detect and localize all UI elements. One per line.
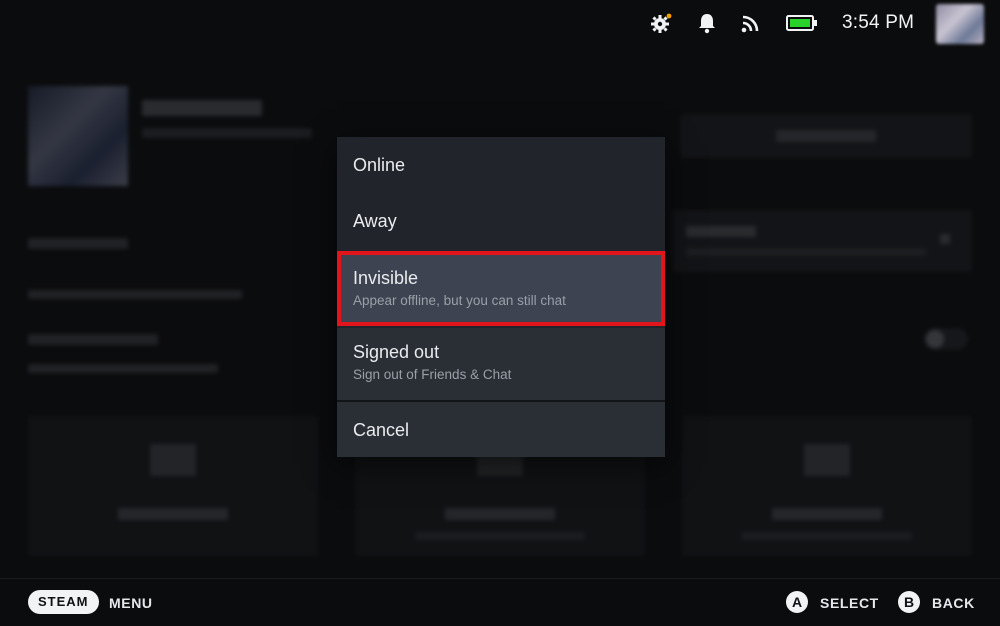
status-menu: Online Away Invisible Appear offline, bu… <box>337 137 665 457</box>
b-button-icon[interactable]: B <box>898 591 920 613</box>
wifi-signal-icon[interactable] <box>738 10 764 36</box>
cancel-button[interactable]: Cancel <box>337 402 665 457</box>
bell-icon[interactable] <box>694 10 720 36</box>
status-option-online[interactable]: Online <box>337 137 665 193</box>
status-dropdown <box>672 210 972 272</box>
option-label: Invisible <box>353 268 419 288</box>
clock-time: 3:54 PM <box>842 12 915 33</box>
status-bar: 3:54 PM <box>0 0 1000 46</box>
select-hint-label: SELECT <box>820 595 879 611</box>
footer-hint-bar: STEAM MENU A SELECT B BACK <box>0 578 1000 626</box>
option-description: Appear offline, but you can still chat <box>353 293 566 308</box>
profile-name-placeholder <box>142 100 262 116</box>
option-label: Online <box>353 155 406 175</box>
avatar[interactable] <box>936 4 984 44</box>
status-option-signed-out[interactable]: Signed out Sign out of Friends & Chat <box>337 328 665 400</box>
battery-icon[interactable] <box>786 10 818 36</box>
menu-hint-label: MENU <box>109 595 153 611</box>
profile-sub-placeholder <box>142 128 312 138</box>
option-label: Signed out <box>353 342 440 362</box>
profile-avatar <box>28 86 128 186</box>
dnd-toggle <box>924 328 968 350</box>
back-hint-label: BACK <box>932 595 975 611</box>
view-profile-button <box>680 114 972 158</box>
status-heading-placeholder <box>28 238 128 249</box>
gear-icon[interactable] <box>648 10 674 36</box>
tile-3 <box>682 416 972 556</box>
option-label: Away <box>353 211 397 231</box>
dnd-label-placeholder <box>28 334 158 345</box>
cancel-label: Cancel <box>353 420 410 440</box>
status-option-away[interactable]: Away <box>337 193 665 249</box>
dnd-desc-placeholder <box>28 364 218 373</box>
steam-button[interactable]: STEAM <box>28 590 99 614</box>
status-desc-placeholder <box>28 290 242 299</box>
a-button-icon[interactable]: A <box>786 591 808 613</box>
option-description: Sign out of Friends & Chat <box>353 367 512 382</box>
status-option-invisible[interactable]: Invisible Appear offline, but you can st… <box>337 251 665 326</box>
tile-1 <box>28 416 318 556</box>
